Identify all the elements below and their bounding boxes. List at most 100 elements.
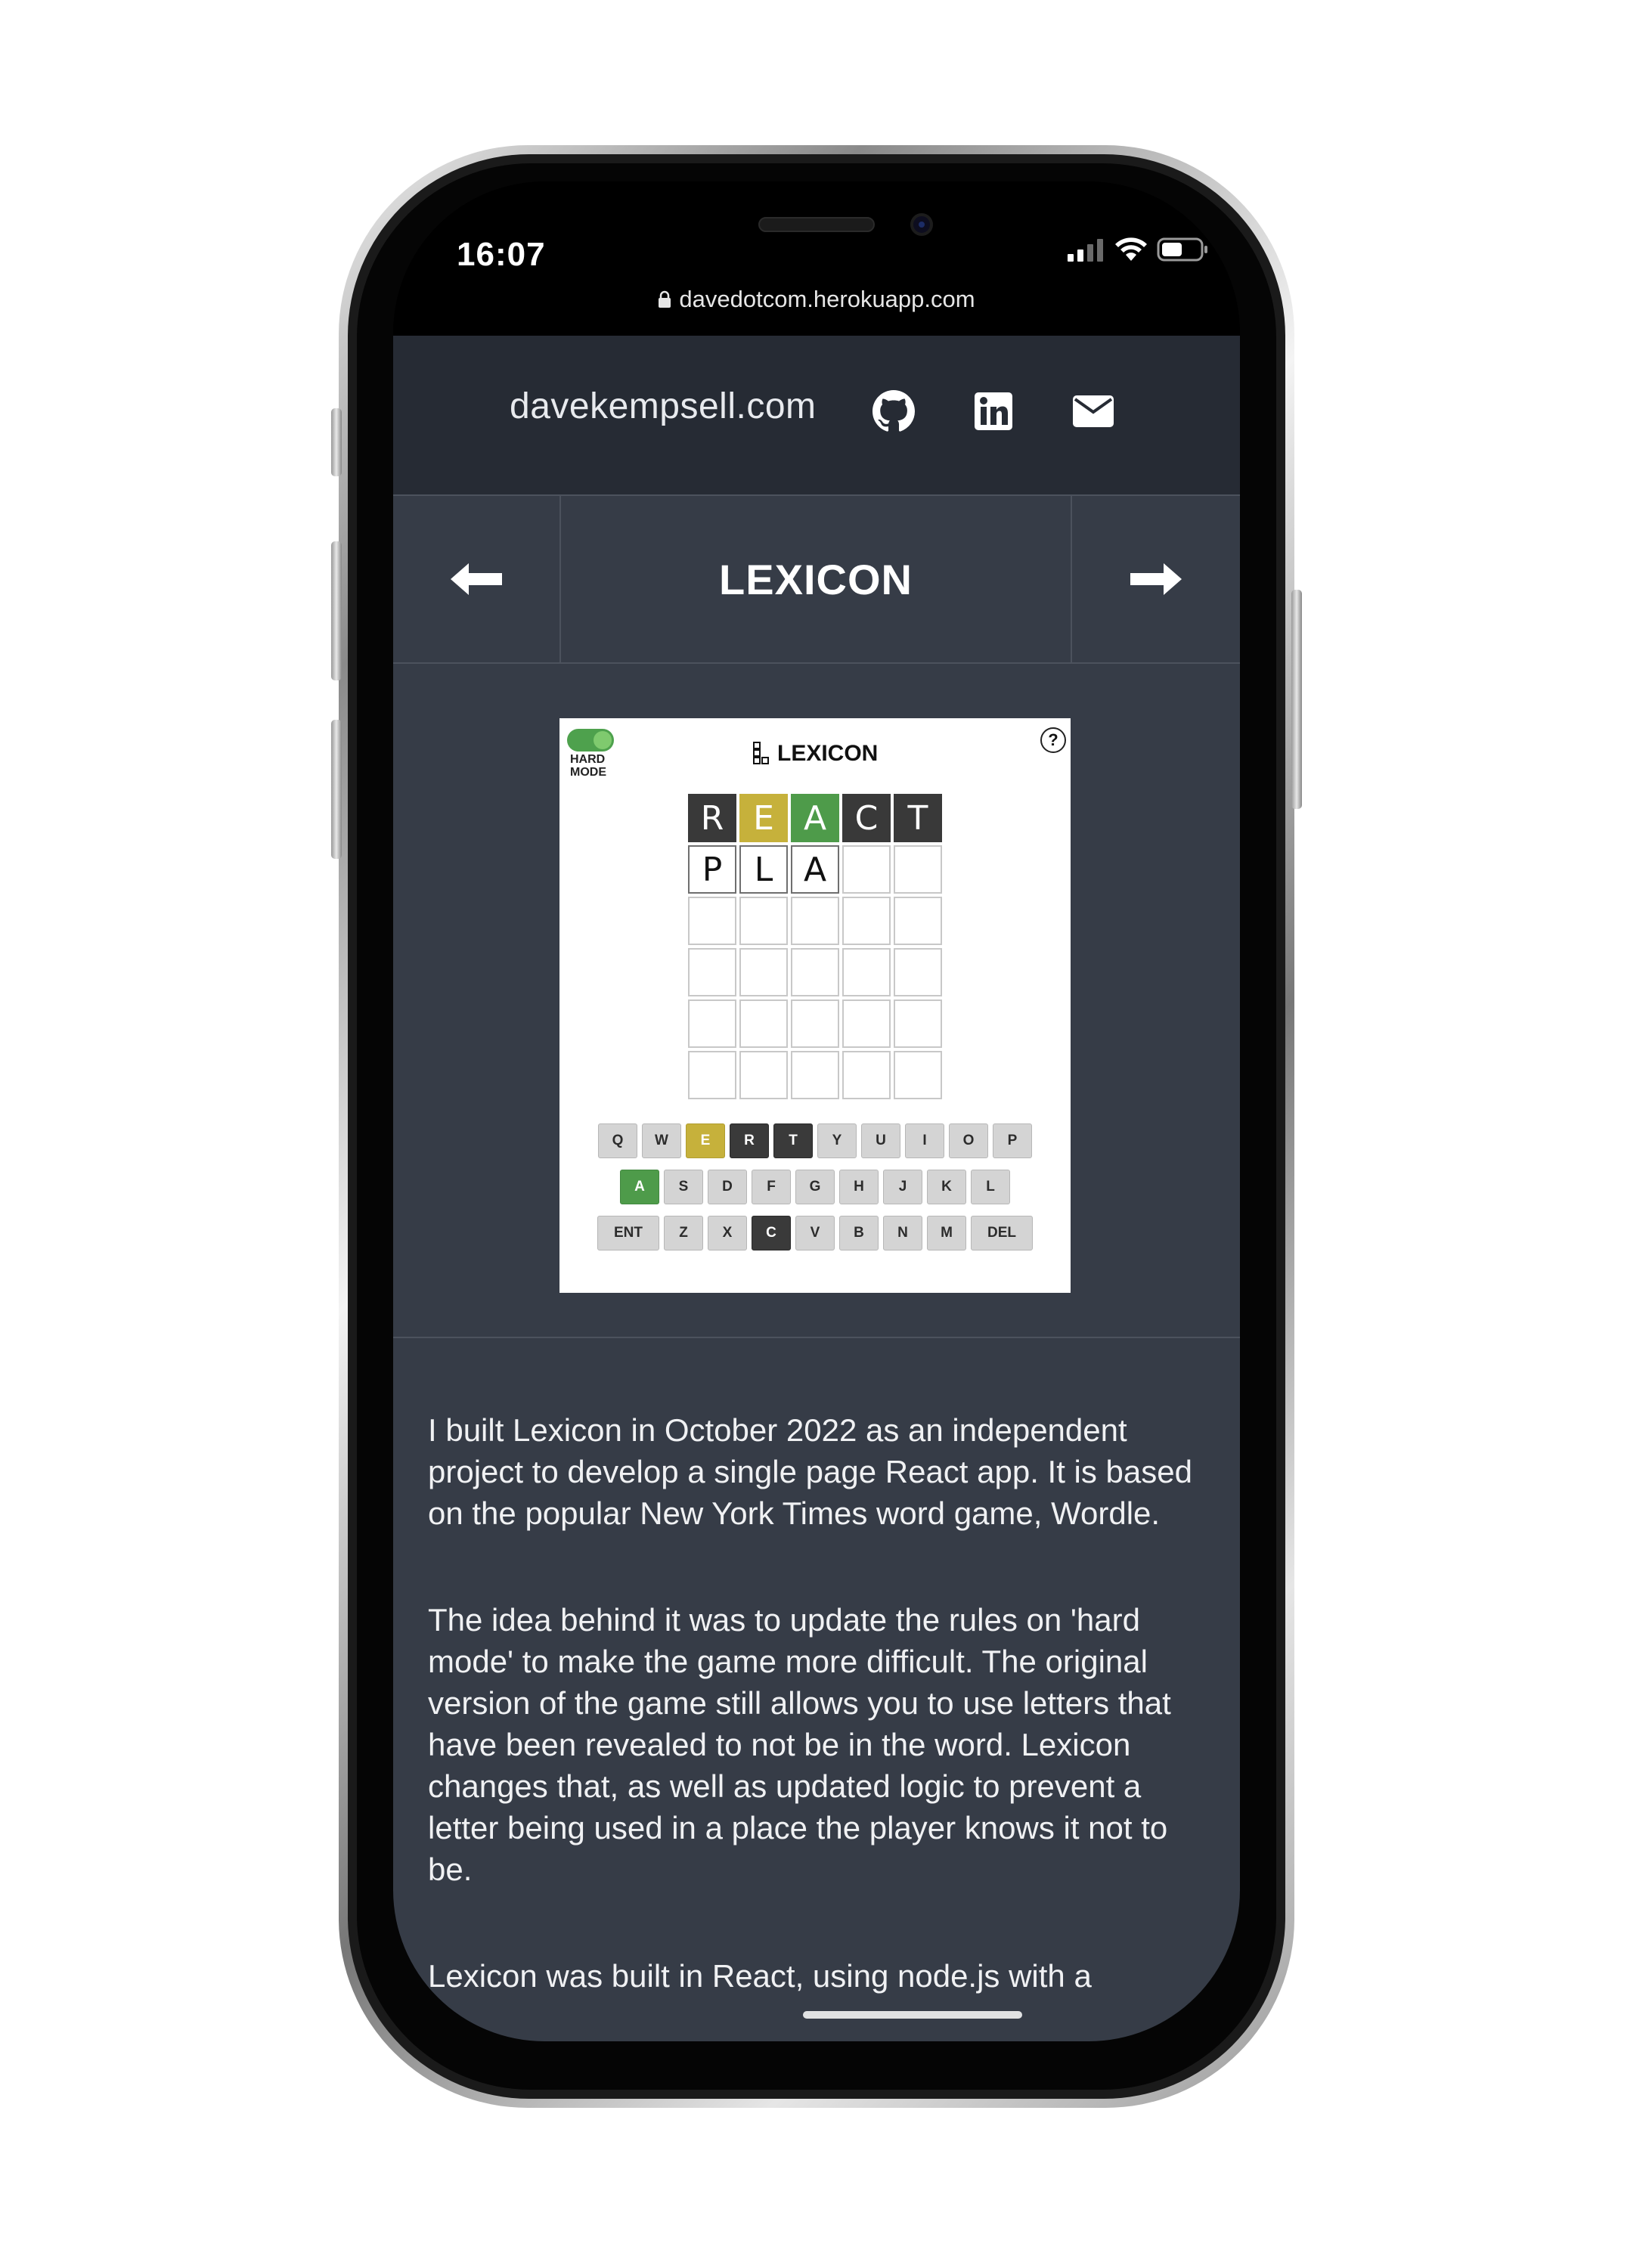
grid-tile	[791, 1051, 839, 1099]
help-icon: ?	[1040, 727, 1066, 753]
keyboard-row-3: ENT Z X C V B N M DEL	[559, 1216, 1071, 1250]
hard-mode-toggle	[567, 729, 614, 752]
mute-switch	[331, 408, 342, 476]
keyboard-key-d: D	[708, 1170, 747, 1204]
mail-icon[interactable]	[1071, 389, 1116, 434]
keyboard-key-r: R	[730, 1123, 769, 1158]
keyboard-key-t: T	[773, 1123, 813, 1158]
keyboard-key-j: J	[883, 1170, 922, 1204]
keyboard-key-l: L	[971, 1170, 1010, 1204]
keyboard-key-q: Q	[598, 1123, 637, 1158]
hard-mode-label-line2: MODE	[570, 766, 606, 779]
grid-tile	[688, 948, 736, 996]
next-project-button[interactable]	[1071, 496, 1240, 662]
keyboard-key-x: X	[708, 1216, 747, 1250]
grid-tile: C	[842, 794, 891, 842]
volume-up-button	[331, 541, 342, 680]
keyboard-key-h: H	[839, 1170, 879, 1204]
keyboard-key-c: C	[752, 1216, 791, 1250]
grid-tile: P	[688, 845, 736, 894]
grid-tile	[894, 845, 942, 894]
project-title: LEXICON	[719, 555, 913, 603]
project-description: I built Lexicon in October 2022 as an in…	[428, 1409, 1214, 1997]
grid-tile	[894, 948, 942, 996]
grid-tile: A	[791, 845, 839, 894]
grid-tile	[688, 1051, 736, 1099]
keyboard-key-s: S	[664, 1170, 703, 1204]
keyboard-key-y: Y	[817, 1123, 857, 1158]
hard-mode-label-line1: HARD	[570, 753, 606, 766]
signal-icon	[1068, 239, 1103, 262]
prev-project-button[interactable]	[393, 496, 561, 662]
keyboard-key-i: I	[905, 1123, 944, 1158]
grid-tile	[842, 897, 891, 945]
guess-grid: REACT PLA	[688, 794, 942, 1099]
grid-tile	[739, 948, 788, 996]
grid-tile	[842, 999, 891, 1048]
grid-tile	[894, 897, 942, 945]
grid-tile	[894, 999, 942, 1048]
site-header: davekempsell.com	[393, 336, 1240, 494]
grid-tile	[842, 948, 891, 996]
keyboard-key-e: E	[686, 1123, 725, 1158]
grid-tile: R	[688, 794, 736, 842]
keyboard-key-o: O	[949, 1123, 988, 1158]
github-icon[interactable]	[871, 389, 916, 434]
keyboard-key-g: G	[795, 1170, 835, 1204]
url-text: davedotcom.herokuapp.com	[679, 286, 975, 312]
keyboard-key-f: F	[752, 1170, 791, 1204]
description-paragraph-1: I built Lexicon in October 2022 as an in…	[428, 1412, 1192, 1531]
grid-tile	[688, 897, 736, 945]
grid-tile	[894, 1051, 942, 1099]
status-icons	[1068, 233, 1210, 266]
grid-tile: L	[739, 845, 788, 894]
description-paragraph-2: The idea behind it was to update the rul…	[428, 1602, 1171, 1887]
keyboard-key-z: Z	[664, 1216, 703, 1250]
grid-tile	[739, 999, 788, 1048]
keyboard-key-b: B	[839, 1216, 879, 1250]
linkedin-icon[interactable]	[971, 389, 1016, 434]
game-title-text: LEXICON	[777, 741, 879, 766]
keyboard-key-k: K	[927, 1170, 966, 1204]
grid-tile	[791, 999, 839, 1048]
lexicon-game-screenshot: HARD MODE LEXICON ? REACTPLA QWERTYUIOP …	[559, 718, 1071, 1293]
arrow-right-icon	[1130, 563, 1182, 595]
grid-tile	[739, 897, 788, 945]
keyboard-key-ent: ENT	[597, 1216, 659, 1250]
grid-tile	[739, 1051, 788, 1099]
lock-icon	[659, 290, 671, 308]
project-screenshot-section: HARD MODE LEXICON ? REACTPLA QWERTYUIOP …	[393, 664, 1240, 1338]
lexicon-logo-icon	[753, 742, 769, 764]
project-nav: LEXICON	[393, 494, 1240, 664]
game-title: LEXICON	[753, 741, 878, 767]
status-time: 16:07	[457, 236, 546, 273]
web-page: davekempsell.com LEXICON HARD MODE LEXIC…	[393, 336, 1240, 2041]
phone-screen: 16:07 davedotcom.herokuapp.com davekemps…	[393, 181, 1240, 2041]
keyboard-key-w: W	[642, 1123, 681, 1158]
grid-tile	[688, 999, 736, 1048]
arrow-left-icon	[451, 563, 502, 595]
grid-tile	[791, 897, 839, 945]
grid-tile	[791, 948, 839, 996]
address-bar[interactable]: davedotcom.herokuapp.com	[393, 286, 1240, 313]
keyboard-key-m: M	[927, 1216, 966, 1250]
keyboard-key-v: V	[795, 1216, 835, 1250]
hard-mode-label: HARD MODE	[570, 753, 615, 779]
site-title-link[interactable]: davekempsell.com	[510, 386, 817, 427]
grid-tile: E	[739, 794, 788, 842]
description-paragraph-3: Lexicon was built in React, using node.j…	[428, 1958, 1092, 1994]
power-button	[1291, 590, 1302, 809]
wifi-icon	[1115, 237, 1147, 261]
volume-down-button	[331, 720, 342, 859]
keyboard-key-del: DEL	[971, 1216, 1033, 1250]
grid-tile	[842, 1051, 891, 1099]
front-camera	[910, 213, 933, 236]
battery-icon	[1157, 237, 1207, 262]
keyboard-row-1: QWERTYUIOP	[559, 1123, 1071, 1158]
grid-tile: T	[894, 794, 942, 842]
keyboard-key-n: N	[883, 1216, 922, 1250]
grid-tile: A	[791, 794, 839, 842]
earpiece-speaker	[758, 217, 875, 232]
keyboard-key-u: U	[861, 1123, 900, 1158]
keyboard-key-a: A	[620, 1170, 659, 1204]
